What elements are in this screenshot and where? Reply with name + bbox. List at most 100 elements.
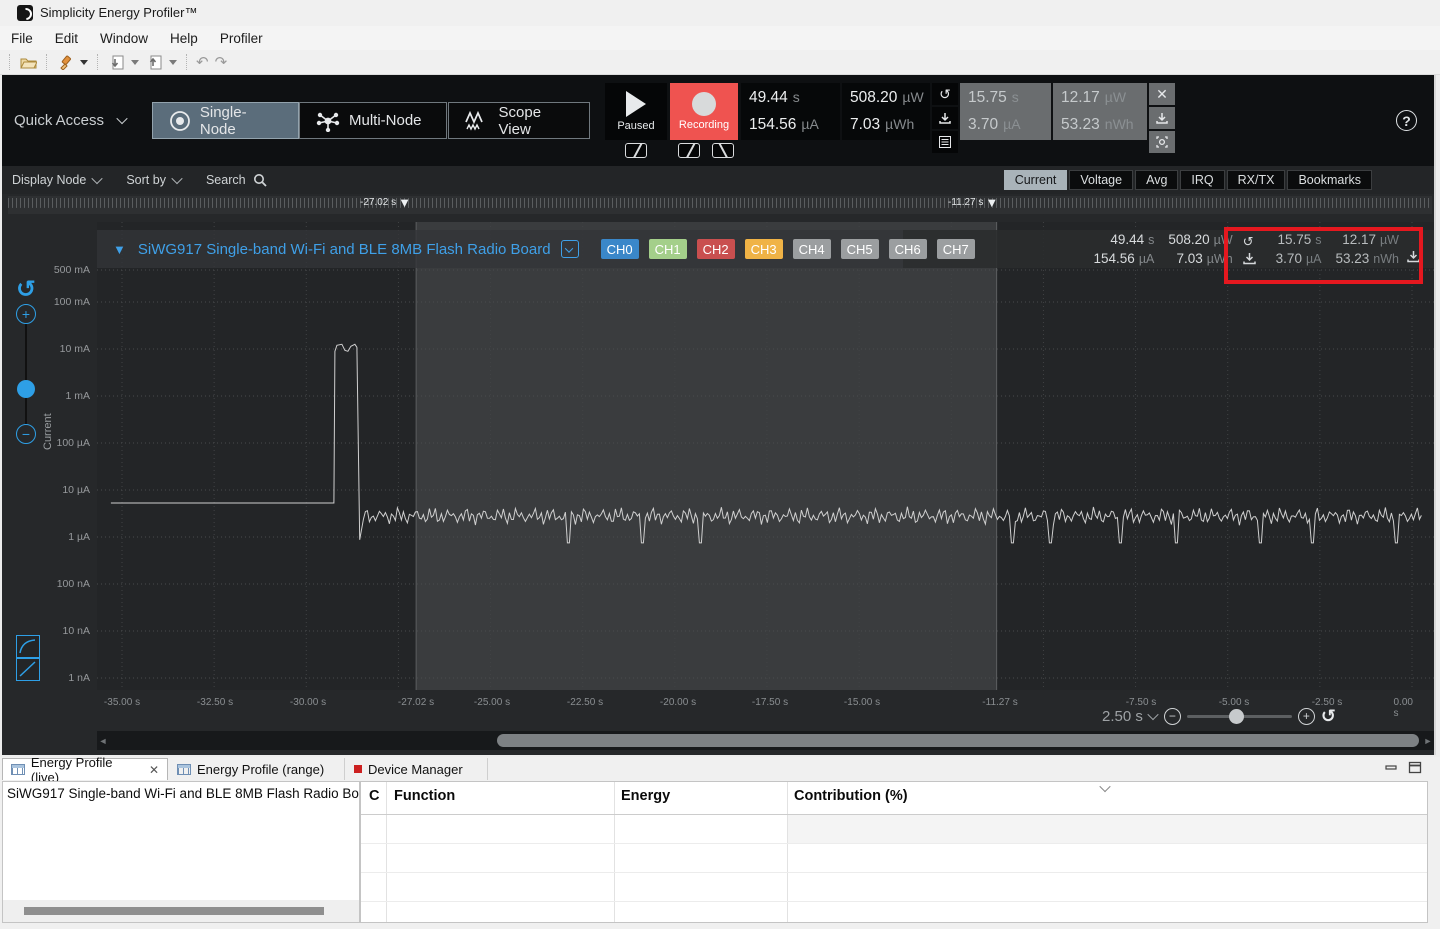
connect-dropdown-arrow[interactable] — [80, 60, 88, 65]
current-plot[interactable] — [97, 222, 1434, 690]
channel-badge-ch6[interactable]: CH6 — [889, 239, 927, 259]
live-time-value: 49.44 — [749, 89, 788, 106]
record-option-icon[interactable] — [678, 143, 700, 158]
save-live-stats-icon[interactable] — [932, 107, 958, 129]
log-list-icon[interactable] — [932, 131, 958, 153]
col-header-function[interactable]: Function — [394, 788, 455, 804]
time-zoom-thumb[interactable] — [1229, 709, 1244, 724]
scroll-left-icon[interactable]: ◄ — [97, 736, 109, 746]
col-header-contribution[interactable]: Contribution (%) — [794, 788, 908, 804]
tab-rxtx[interactable]: RX/TX — [1227, 170, 1286, 190]
menu-file[interactable]: File — [0, 28, 44, 49]
tab-energy-profile-range[interactable]: Energy Profile (range) — [169, 758, 345, 780]
time-zoom-slider[interactable] — [1187, 715, 1292, 718]
tab-voltage[interactable]: Voltage — [1069, 170, 1133, 190]
mode-scope-view[interactable]: Scope View — [448, 102, 590, 139]
import-icon[interactable] — [107, 53, 125, 71]
window-size-value[interactable]: 2.50 s — [1102, 708, 1143, 725]
range-power-unit: µW — [1105, 89, 1126, 105]
col-header-energy[interactable]: Energy — [621, 788, 670, 804]
menu-window[interactable]: Window — [89, 28, 159, 49]
channel-badge-ch1[interactable]: CH1 — [649, 239, 687, 259]
mode-single-node[interactable]: Single-Node — [152, 102, 299, 139]
connect-icon[interactable] — [56, 53, 74, 71]
live-current-unit: µA — [801, 116, 818, 132]
sort-by-dropdown[interactable]: Sort by — [126, 173, 182, 187]
chart-save-icon[interactable] — [1243, 252, 1256, 265]
time-zoom-in-icon[interactable]: + — [1298, 708, 1315, 725]
forward-icon[interactable]: ↷ — [215, 53, 228, 71]
y-zoom-slider-track[interactable] — [25, 324, 27, 424]
collapse-triangle-icon[interactable]: ▼ — [113, 242, 126, 257]
value: 154.56 — [1094, 251, 1135, 266]
board-dropdown[interactable] — [561, 240, 579, 258]
pause-option-icon[interactable] — [625, 143, 647, 158]
chart-reset-icon[interactable]: ↺ — [1243, 234, 1256, 250]
board-name: SiWG917 Single-band Wi-Fi and BLE 8MB Fl… — [138, 241, 551, 258]
value: 3.70 — [1276, 251, 1302, 266]
menu-help[interactable]: Help — [159, 28, 209, 49]
maximize-panel-icon[interactable] — [1408, 761, 1422, 779]
display-node-dropdown[interactable]: Display Node — [12, 173, 102, 187]
import-dropdown-arrow[interactable] — [131, 60, 139, 65]
record-option2-icon[interactable] — [712, 143, 734, 158]
menu-edit[interactable]: Edit — [44, 28, 89, 49]
x-tick: -27.02 s — [398, 697, 434, 708]
time-zoom-out-icon[interactable]: − — [1164, 708, 1181, 725]
help-icon[interactable]: ? — [1396, 110, 1417, 131]
time-zoom-reset-icon[interactable]: ↺ — [1321, 706, 1336, 727]
x-tick: -35.00 s — [104, 697, 140, 708]
range-settings-icon[interactable] — [1149, 131, 1175, 153]
chevron-down-icon[interactable] — [1149, 712, 1158, 721]
menu-bar: File Edit Window Help Profiler — [0, 26, 1440, 50]
menu-profiler[interactable]: Profiler — [209, 28, 274, 49]
y-tick: 500 mA — [30, 264, 90, 276]
recording-button[interactable]: Recording — [670, 83, 738, 140]
scroll-right-icon[interactable]: ► — [1422, 736, 1434, 746]
col-header-c[interactable]: C — [369, 788, 379, 804]
channel-badge-ch2[interactable]: CH2 — [697, 239, 735, 259]
range-marker-start[interactable]: -27.02 s ▼ — [360, 196, 411, 209]
tab-avg[interactable]: Avg — [1135, 170, 1178, 190]
chevron-down-icon — [173, 176, 182, 185]
tab-irq[interactable]: IRQ — [1180, 170, 1224, 190]
channel-badge-ch7[interactable]: CH7 — [937, 239, 975, 259]
node-list-scrollbar[interactable] — [3, 900, 359, 922]
quick-access-menu[interactable]: Quick Access — [14, 112, 127, 129]
channel-badge-ch4[interactable]: CH4 — [793, 239, 831, 259]
record-icon — [692, 92, 716, 116]
table-menu-chevron-icon[interactable] — [1101, 784, 1110, 793]
range-marker-end[interactable]: -11.27 s ▼ — [948, 196, 998, 209]
tab-bookmarks[interactable]: Bookmarks — [1287, 170, 1372, 190]
value: 53.23 — [1336, 251, 1370, 266]
unit: µWh — [1207, 252, 1233, 266]
range-power-energy: 12.17µW 53.23nWh — [1053, 83, 1147, 140]
tab-device-manager[interactable]: Device Manager — [346, 758, 488, 780]
scrollbar-thumb[interactable] — [24, 907, 324, 915]
tab-energy-profile-live[interactable]: Energy Profile (live) ✕ — [2, 758, 168, 780]
close-range-icon[interactable]: ✕ — [1149, 83, 1175, 105]
multi-node-icon — [316, 110, 340, 132]
mode-multi-node[interactable]: Multi-Node — [299, 102, 447, 139]
channel-badge-ch3[interactable]: CH3 — [745, 239, 783, 259]
log-scale-icon[interactable] — [16, 635, 40, 658]
timeline-ruler[interactable]: -27.02 s ▼ -11.27 s ▼ — [8, 196, 1432, 214]
open-folder-icon[interactable] — [19, 53, 37, 71]
title-bar: Simplicity Energy Profiler™ — [0, 0, 1440, 26]
chart-range-save-icon[interactable] — [1407, 250, 1420, 263]
export-dropdown-arrow[interactable] — [169, 60, 177, 65]
channel-badge-ch5[interactable]: CH5 — [841, 239, 879, 259]
range-time-current: 15.75s 3.70µA — [960, 83, 1051, 140]
minimize-panel-icon[interactable] — [1384, 761, 1398, 779]
reset-live-stats-icon[interactable]: ↺ — [932, 83, 958, 105]
chart-horizontal-scrollbar[interactable]: ◄ ► — [97, 731, 1434, 750]
scrollbar-thumb[interactable] — [497, 734, 1419, 747]
back-icon[interactable]: ↶ — [196, 53, 209, 71]
close-tab-icon[interactable]: ✕ — [149, 763, 159, 777]
export-icon[interactable] — [145, 53, 163, 71]
tab-current[interactable]: Current — [1004, 170, 1068, 190]
search-control[interactable]: Search — [206, 173, 267, 187]
channel-badge-ch0[interactable]: CH0 — [601, 239, 639, 259]
save-range-stats-icon[interactable] — [1149, 107, 1175, 129]
pause-play-button[interactable]: Paused — [605, 83, 667, 140]
